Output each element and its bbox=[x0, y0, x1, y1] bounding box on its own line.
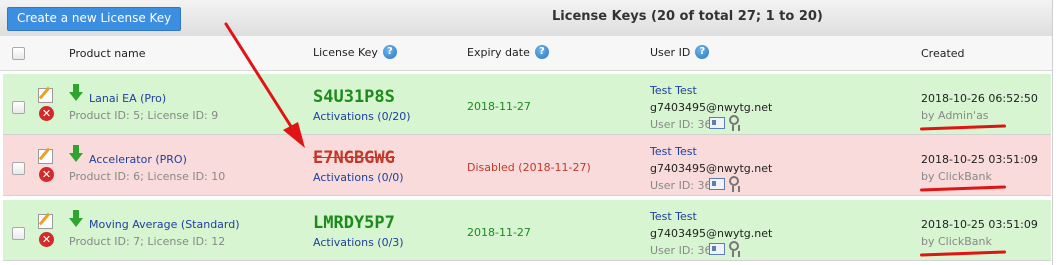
license-key: S4U31P8S bbox=[313, 87, 395, 107]
license-keys-panel: Create a new License Key License Keys (2… bbox=[0, 0, 1053, 265]
header-product[interactable]: Product name bbox=[69, 47, 145, 60]
product-name-link[interactable]: Moving Average (Standard) bbox=[89, 218, 240, 231]
user-card-icon[interactable] bbox=[709, 117, 725, 129]
user-name-link[interactable]: Test Test bbox=[650, 145, 697, 158]
download-arrow-icon[interactable] bbox=[69, 210, 83, 227]
create-license-key-button[interactable]: Create a new License Key bbox=[7, 7, 182, 31]
header-product-label: Product name bbox=[69, 47, 146, 60]
product-ids: Product ID: 5; License ID: 9 bbox=[69, 109, 219, 122]
row-checkbox[interactable] bbox=[12, 227, 25, 240]
table-row: ✕ Accelerator (PRO) Product ID: 6; Licen… bbox=[3, 135, 1051, 196]
user-card-icon[interactable] bbox=[709, 178, 725, 190]
delete-icon[interactable]: ✕ bbox=[39, 232, 54, 247]
activations-link[interactable]: Activations (0/3) bbox=[313, 236, 404, 249]
edit-icon[interactable] bbox=[38, 214, 53, 229]
product-name-link[interactable]: Accelerator (PRO) bbox=[89, 153, 187, 166]
download-arrow-icon[interactable] bbox=[69, 84, 83, 101]
header-license-label: License Key bbox=[313, 45, 378, 59]
delete-icon[interactable]: ✕ bbox=[39, 167, 54, 182]
product-ids: Product ID: 6; License ID: 10 bbox=[69, 170, 226, 183]
edit-icon[interactable] bbox=[38, 149, 53, 164]
header-user-label: User ID bbox=[650, 45, 691, 59]
header-license[interactable]: License Key? bbox=[313, 45, 397, 59]
annotation-underline bbox=[919, 124, 1007, 131]
badge-icon[interactable] bbox=[729, 241, 740, 257]
help-icon[interactable]: ? bbox=[695, 45, 710, 59]
expiry-date: Disabled (2018-11-27) bbox=[467, 161, 591, 174]
activations-link[interactable]: Activations (0/20) bbox=[313, 110, 411, 123]
license-key: LMRDY5P7 bbox=[313, 213, 395, 233]
user-email: g7403495@nwytg.net bbox=[650, 101, 773, 114]
expiry-date: 2018-11-27 bbox=[467, 100, 531, 113]
created-by: by ClickBank bbox=[921, 170, 992, 183]
select-all-checkbox[interactable] bbox=[12, 47, 25, 60]
product-ids: Product ID: 7; License ID: 12 bbox=[69, 235, 226, 248]
row-checkbox[interactable] bbox=[12, 101, 25, 114]
user-card-icon[interactable] bbox=[709, 243, 725, 255]
table-title: License Keys (20 of total 27; 1 to 20) bbox=[552, 9, 823, 24]
user-id: User ID: 36 bbox=[650, 179, 712, 192]
user-name-link[interactable]: Test Test bbox=[650, 210, 697, 223]
created-date: 2018-10-25 03:51:09 bbox=[921, 153, 1038, 166]
badge-icon[interactable] bbox=[729, 115, 740, 131]
row-checkbox[interactable] bbox=[12, 162, 25, 175]
created-by: by Admin'as bbox=[921, 109, 989, 122]
header-expiry[interactable]: Expiry date? bbox=[467, 45, 549, 59]
header-user[interactable]: User ID? bbox=[650, 45, 710, 59]
download-arrow-icon[interactable] bbox=[69, 145, 83, 162]
help-icon[interactable]: ? bbox=[382, 45, 397, 59]
header-created[interactable]: Created bbox=[921, 47, 965, 60]
created-date: 2018-10-26 06:52:50 bbox=[921, 92, 1038, 105]
badge-icon[interactable] bbox=[729, 176, 740, 192]
user-name-link[interactable]: Test Test bbox=[650, 84, 697, 97]
activations-link[interactable]: Activations (0/0) bbox=[313, 171, 404, 184]
user-email: g7403495@nwytg.net bbox=[650, 162, 773, 175]
title-bar: Create a new License Key License Keys (2… bbox=[0, 0, 1052, 37]
created-date: 2018-10-25 03:51:09 bbox=[921, 218, 1038, 231]
header-created-label: Created bbox=[921, 47, 965, 60]
expiry-date: 2018-11-27 bbox=[467, 226, 531, 239]
user-id: User ID: 36 bbox=[650, 118, 712, 131]
user-id: User ID: 36 bbox=[650, 244, 712, 257]
product-name-link[interactable]: Lanai EA (Pro) bbox=[89, 92, 166, 105]
table-row: ✕ Lanai EA (Pro) Product ID: 5; License … bbox=[3, 74, 1051, 135]
table-header: Product name License Key? Expiry date? U… bbox=[0, 36, 1052, 71]
edit-icon[interactable] bbox=[38, 88, 53, 103]
help-icon[interactable]: ? bbox=[534, 45, 549, 59]
annotation-underline bbox=[919, 250, 1007, 257]
table-row: ✕ Moving Average (Standard) Product ID: … bbox=[3, 200, 1051, 261]
license-key: E7NGBGWG bbox=[313, 148, 395, 168]
created-by: by ClickBank bbox=[921, 235, 992, 248]
header-expiry-label: Expiry date bbox=[467, 45, 530, 59]
user-email: g7403495@nwytg.net bbox=[650, 227, 773, 240]
delete-icon[interactable]: ✕ bbox=[39, 106, 54, 121]
annotation-underline bbox=[919, 185, 1007, 192]
